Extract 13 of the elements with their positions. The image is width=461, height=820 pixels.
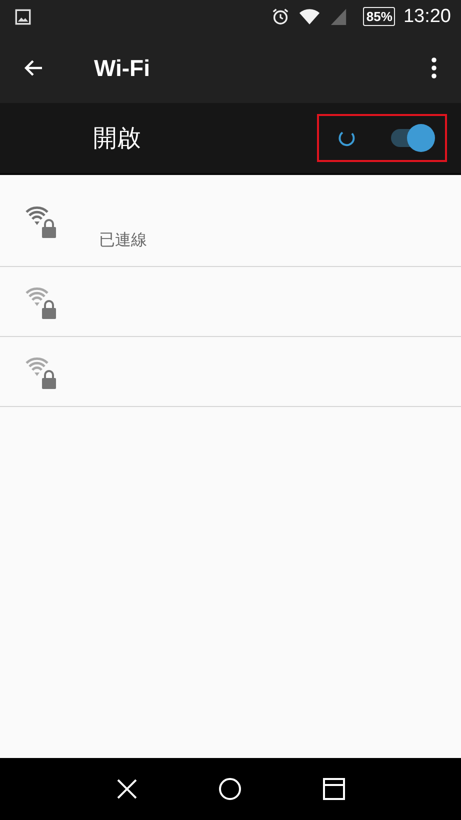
clock-time: 13:20 [403, 6, 451, 28]
network-list-item[interactable]: 已連線 [0, 175, 461, 267]
close-button[interactable] [114, 777, 139, 801]
more-options-icon[interactable] [431, 56, 437, 80]
recent-apps-button[interactable] [322, 777, 346, 801]
wifi-toggle-switch[interactable] [391, 124, 435, 152]
home-button[interactable] [218, 777, 242, 801]
battery-indicator: 85% [363, 7, 396, 26]
switch-label: 開啟 [93, 124, 142, 154]
wifi-signal-icon [299, 7, 320, 26]
screen-title: Wi-Fi [94, 54, 151, 82]
connection-status: 已連線 [99, 232, 147, 249]
image-icon [15, 8, 31, 24]
